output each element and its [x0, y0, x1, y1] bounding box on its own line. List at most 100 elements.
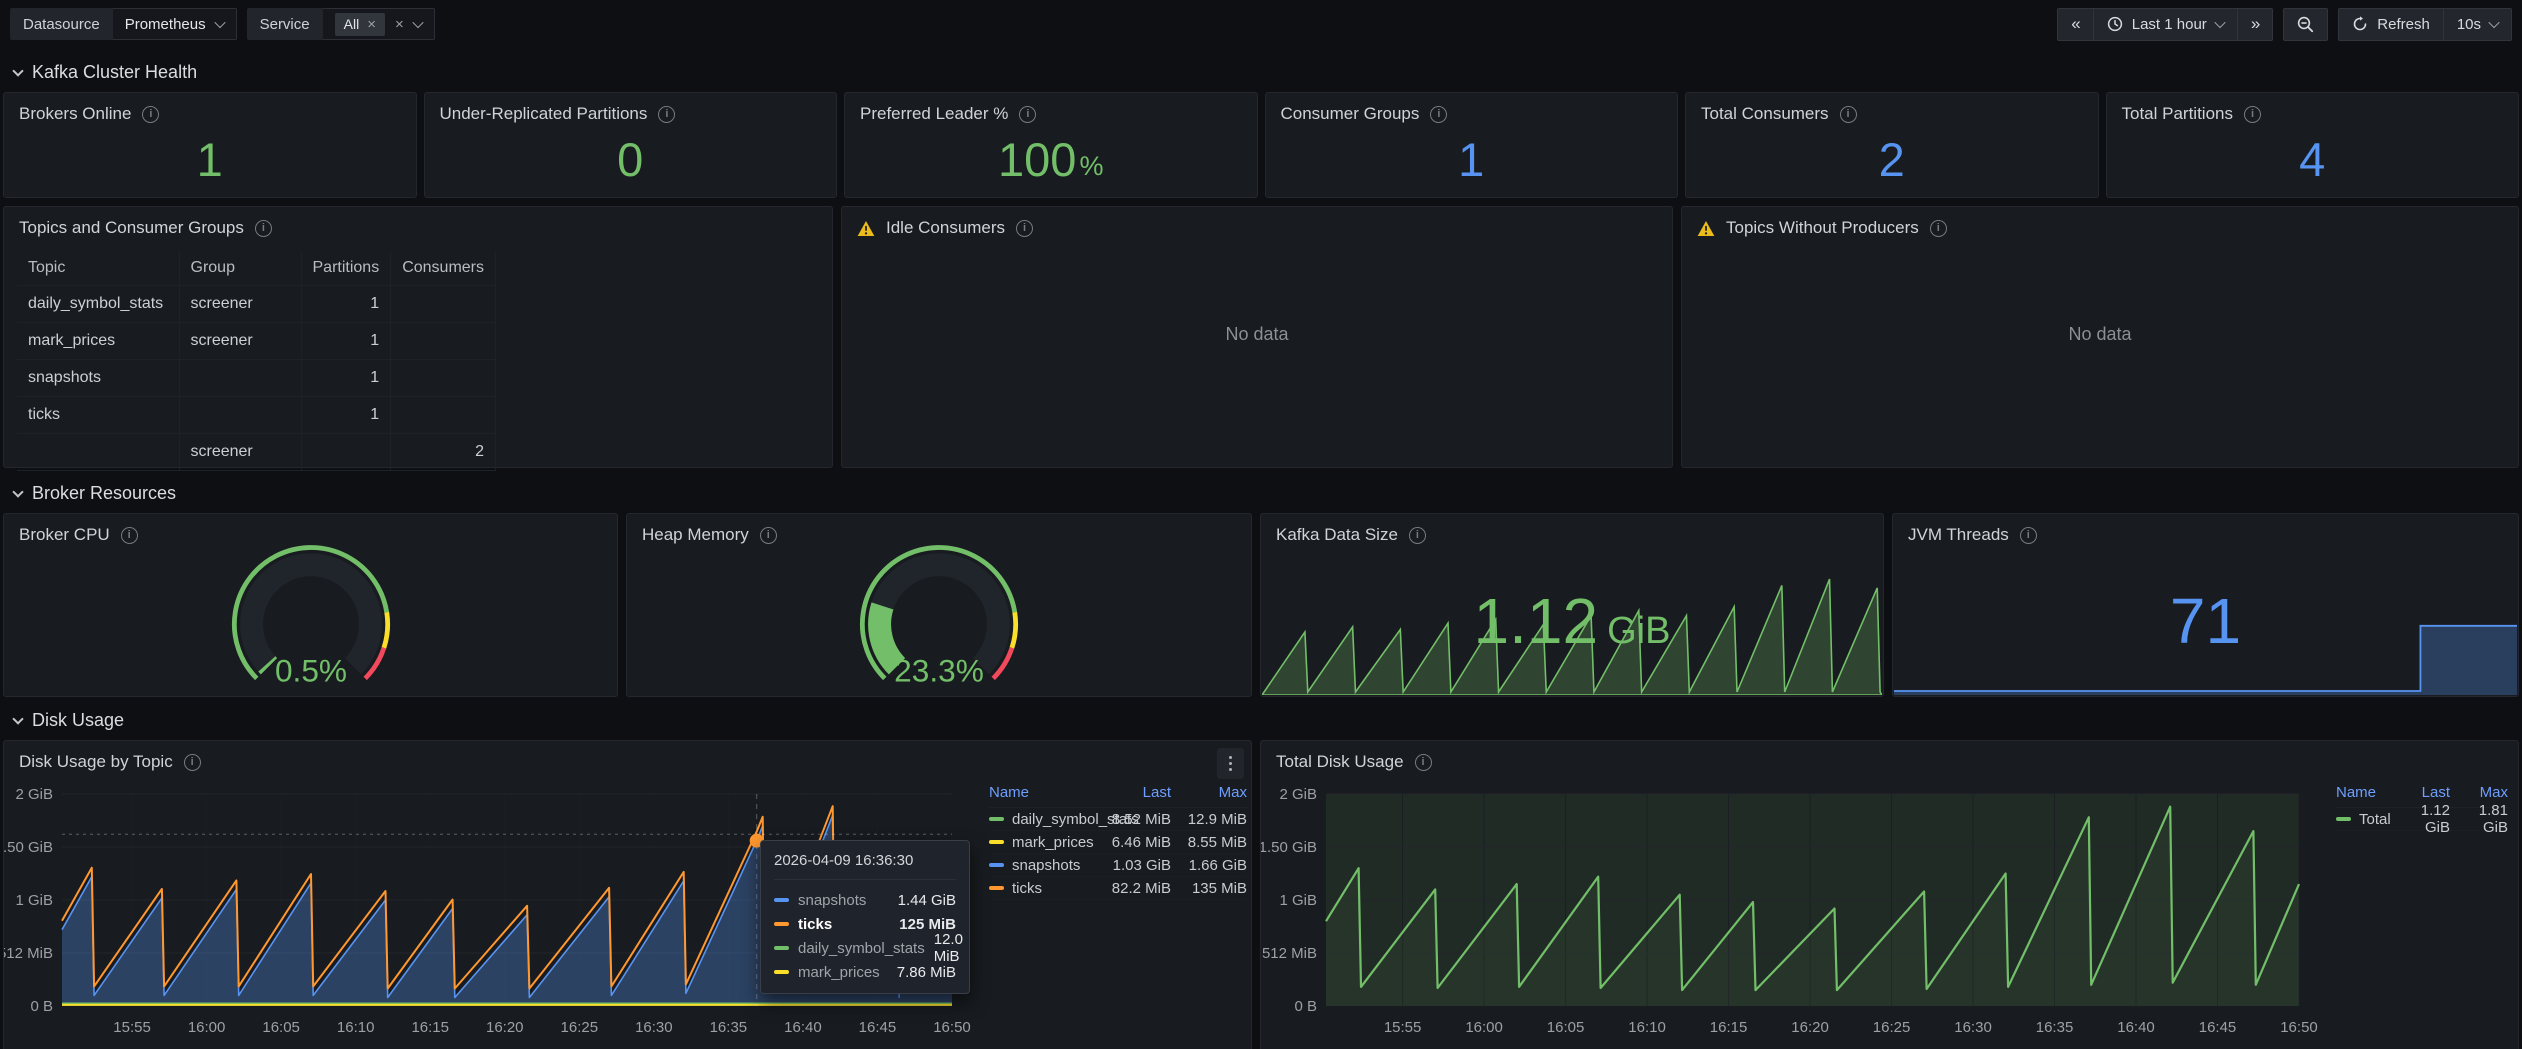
svg-text:16:05: 16:05 — [1547, 1019, 1585, 1036]
svg-text:16:45: 16:45 — [859, 1019, 897, 1036]
section-broker-resources[interactable]: Broker Resources — [14, 483, 176, 504]
remove-chip-icon[interactable]: × — [367, 16, 376, 33]
double-chevron-left-icon: « — [2071, 14, 2079, 34]
time-shift-back-button[interactable]: « — [2057, 8, 2093, 41]
kafka-data-size-value: 1.12 GiB — [1261, 584, 1883, 658]
broker-cpu-gauge: 0.5% — [196, 536, 426, 699]
svg-text:512 MiB: 512 MiB — [4, 945, 53, 962]
panel-title: Idle Consumers — [886, 218, 1005, 238]
total-disk-usage-legend: NameLastMax Total 1.12 GiB1.81 GiB — [2336, 781, 2508, 831]
refresh-icon — [2352, 16, 2368, 32]
no-data-message: No data — [1682, 324, 2518, 345]
svg-text:16:00: 16:00 — [188, 1019, 226, 1036]
stat-panel-total-consumers: Total Consumers 2 — [1685, 92, 2099, 198]
panel-title: Preferred Leader % — [860, 104, 1008, 124]
legend-row-daily_symbol_stats[interactable]: daily_symbol_stats 8.52 MiB12.9 MiB — [989, 808, 1247, 831]
legend-row-snapshots[interactable]: snapshots 1.03 GiB1.66 GiB — [989, 854, 1247, 877]
panel-title: Disk Usage by Topic — [19, 752, 173, 772]
series-color-swatch — [774, 898, 789, 902]
refresh-button[interactable]: Refresh — [2338, 8, 2444, 41]
stat-panels-row: Brokers Online 1Under-Replicated Partiti… — [3, 92, 2519, 198]
series-color-swatch — [774, 970, 789, 974]
stat-value: 100% — [845, 125, 1257, 193]
svg-text:16:35: 16:35 — [710, 1019, 748, 1036]
service-chip[interactable]: All × — [335, 13, 385, 36]
info-icon[interactable] — [1016, 220, 1033, 237]
svg-text:16:30: 16:30 — [635, 1019, 673, 1036]
svg-text:16:10: 16:10 — [1628, 1019, 1666, 1036]
legend-row-Total[interactable]: Total 1.12 GiB1.81 GiB — [2336, 808, 2508, 831]
datasource-select[interactable]: Prometheus — [113, 8, 237, 40]
column-header[interactable]: Topic — [17, 251, 179, 285]
panel-title: Total Partitions — [2122, 104, 2234, 124]
panel-title: Total Disk Usage — [1276, 752, 1404, 772]
total-disk-usage-chart[interactable]: 2 GiB1.50 GiB1 GiB512 MiB0 B15:5516:0016… — [1261, 775, 2518, 1049]
svg-text:16:40: 16:40 — [2117, 1019, 2155, 1036]
series-color-swatch — [989, 840, 1004, 844]
stat-panel-brokers-online: Brokers Online 1 — [3, 92, 417, 198]
time-shift-forward-button[interactable]: » — [2238, 8, 2273, 41]
zoom-out-time-button[interactable] — [2283, 8, 2328, 41]
info-icon[interactable] — [184, 754, 201, 771]
datasource-value: Prometheus — [125, 16, 206, 33]
panel-title: Brokers Online — [19, 104, 131, 124]
info-icon[interactable] — [1415, 754, 1432, 771]
svg-text:0 B: 0 B — [30, 998, 53, 1015]
section-kafka-cluster-health[interactable]: Kafka Cluster Health — [14, 62, 197, 83]
svg-text:15:55: 15:55 — [113, 1019, 151, 1036]
stat-value: 2 — [1686, 125, 2098, 193]
info-icon[interactable] — [1430, 106, 1447, 123]
column-header[interactable]: Consumers — [391, 251, 496, 285]
panel-title: Topics Without Producers — [1726, 218, 1919, 238]
service-select[interactable]: All × × — [323, 8, 435, 40]
panel-broker-cpu: Broker CPU 0.5% — [3, 513, 618, 697]
double-chevron-right-icon: » — [2251, 14, 2259, 34]
service-label: Service — [247, 8, 323, 40]
time-range-picker[interactable]: Last 1 hour — [2094, 8, 2238, 41]
legend-row-ticks[interactable]: ticks 82.2 MiB135 MiB — [989, 877, 1247, 900]
column-header[interactable]: Partitions — [301, 251, 391, 285]
info-icon[interactable] — [142, 106, 159, 123]
svg-text:15:55: 15:55 — [1384, 1019, 1422, 1036]
info-icon[interactable] — [658, 106, 675, 123]
section-disk-usage[interactable]: Disk Usage — [14, 710, 124, 731]
service-variable: Service All × × — [247, 8, 435, 40]
panel-topics-and-consumer-groups: Topics and Consumer Groups TopicGroupPar… — [3, 206, 833, 468]
panel-title: Total Consumers — [1701, 104, 1829, 124]
info-icon[interactable] — [255, 220, 272, 237]
info-icon[interactable] — [2244, 106, 2261, 123]
svg-text:16:50: 16:50 — [933, 1019, 971, 1036]
panel-topics-without-producers: Topics Without Producers No data — [1681, 206, 2519, 468]
panel-disk-usage-by-topic: Disk Usage by Topic 2 GiB1.50 GiB1 GiB51… — [3, 740, 1252, 1049]
table-row: screener2 — [17, 433, 496, 470]
info-icon[interactable] — [1930, 220, 1947, 237]
refresh-interval-picker[interactable]: 10s — [2444, 8, 2512, 41]
info-icon[interactable] — [1840, 106, 1857, 123]
tooltip-series-snapshots: snapshots1.44 GiB — [774, 888, 956, 912]
legend-header: NameLastMax — [989, 781, 1247, 808]
warning-icon — [1697, 220, 1715, 237]
series-color-swatch — [989, 817, 1004, 821]
series-color-swatch — [2336, 817, 2351, 821]
table-header-row: TopicGroupPartitionsConsumers — [17, 251, 496, 285]
tooltip-timestamp: 2026-04-09 16:36:30 — [774, 852, 956, 880]
svg-text:23.3%: 23.3% — [894, 653, 984, 689]
refresh-interval: 10s — [2457, 16, 2481, 33]
stat-panel-total-partitions: Total Partitions 4 — [2106, 92, 2520, 198]
topics-table: TopicGroupPartitionsConsumersdaily_symbo… — [17, 251, 496, 471]
svg-text:1.50 GiB: 1.50 GiB — [4, 839, 53, 856]
svg-text:1 GiB: 1 GiB — [15, 892, 53, 909]
panel-idle-consumers: Idle Consumers No data — [841, 206, 1673, 468]
tooltip-series-ticks: ticks125 MiB — [774, 912, 956, 936]
stat-value: 1 — [1266, 125, 1678, 193]
tooltip-series-mark_prices: mark_prices7.86 MiB — [774, 960, 956, 984]
chevron-down-icon — [12, 65, 23, 76]
svg-text:16:20: 16:20 — [1791, 1019, 1829, 1036]
clear-all-icon[interactable]: × — [395, 16, 404, 33]
legend-row-mark_prices[interactable]: mark_prices 6.46 MiB8.55 MiB — [989, 831, 1247, 854]
heap-memory-gauge: 23.3% — [824, 536, 1054, 699]
svg-text:16:35: 16:35 — [2036, 1019, 2074, 1036]
info-icon[interactable] — [1019, 106, 1036, 123]
column-header[interactable]: Group — [179, 251, 301, 285]
svg-text:0.5%: 0.5% — [274, 653, 346, 689]
